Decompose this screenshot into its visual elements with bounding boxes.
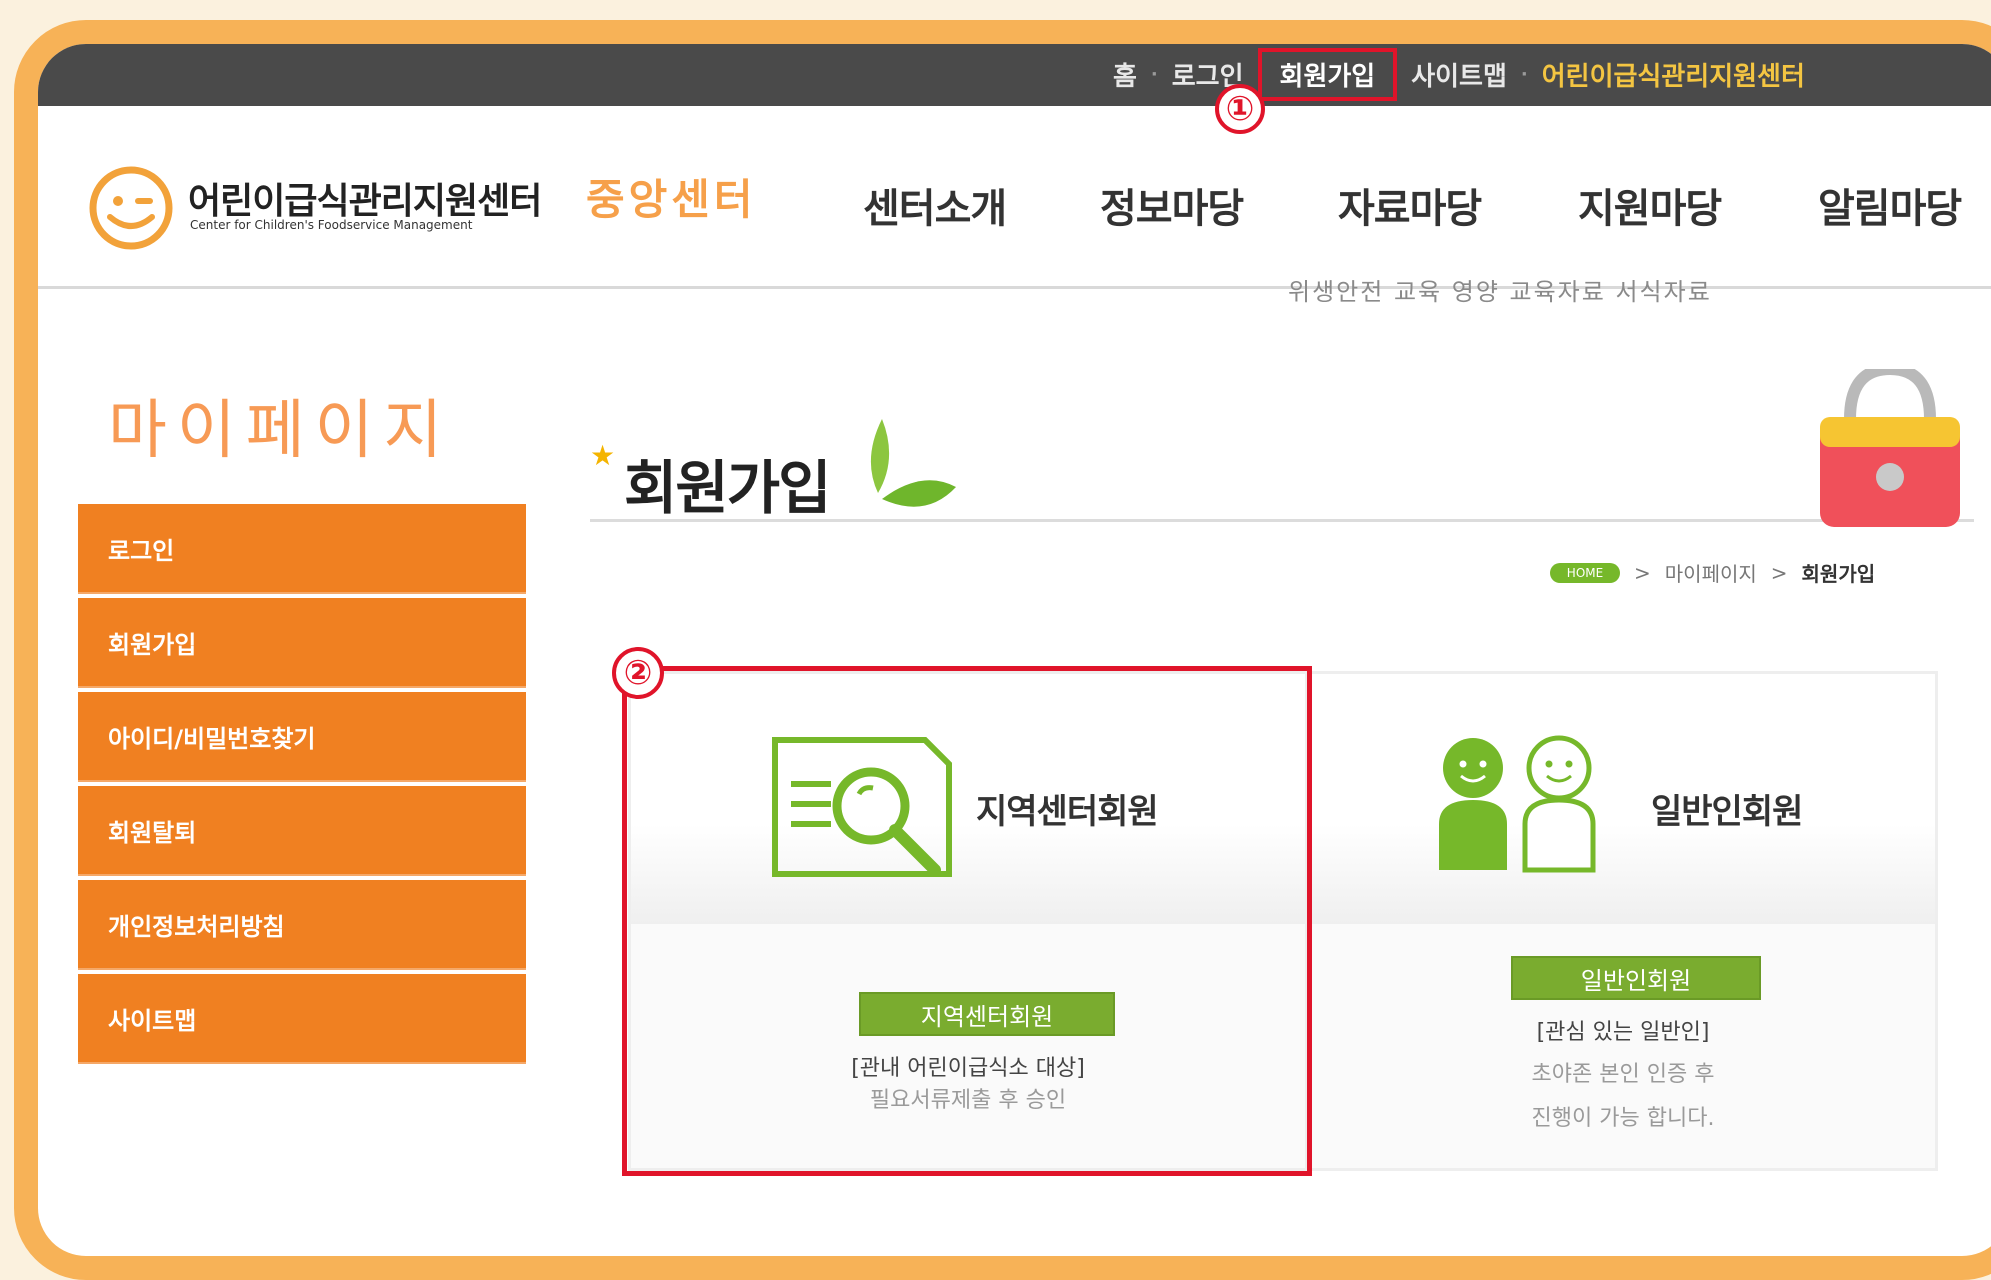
nav-submenu[interactable]: 위생안전 교육 영양 교육자료 서식자료 xyxy=(1288,272,1712,307)
leaf-icon xyxy=(870,419,956,507)
mascot-illustration-icon xyxy=(1820,369,1960,527)
general-member-label: 일반인회원 xyxy=(1651,792,1803,832)
utility-nav: 홈 · 로그인 회원가입 사이트맵 · 어린이급식관리지원센터 xyxy=(1113,47,1805,101)
sidebar-item-login[interactable]: 로그인 xyxy=(78,504,526,594)
card-upper xyxy=(631,674,1305,924)
breadcrumb-separator: > xyxy=(1634,560,1651,585)
sidebar-menu: 로그인 회원가입 아이디/비밀번호찾기 회원탈퇴 개인정보처리방침 사이트맵 xyxy=(78,504,526,1068)
two-users-icon xyxy=(1439,735,1596,873)
page-header: ★ 회원가입 xyxy=(590,369,1974,527)
local-member-desc-line1: [관내 어린이급식소 대상] xyxy=(851,1056,1085,1081)
local-center-member-button[interactable]: 지역센터회원 xyxy=(859,992,1115,1036)
util-separator: · xyxy=(1520,63,1528,85)
util-join-link[interactable]: 회원가입 xyxy=(1257,47,1398,101)
local-center-member-card[interactable]: 지역센터회원 지역센터회원 [관내 어린이급식소 대상] 필요서류제출 후 승인 xyxy=(628,671,1308,1171)
general-member-button[interactable]: 일반인회원 xyxy=(1511,956,1761,1000)
page-title: 회원가입 xyxy=(624,454,831,522)
nav-info[interactable]: 정보마당 xyxy=(1100,176,1244,234)
annotation-marker-1: ① xyxy=(1215,84,1265,134)
sidebar-item-find-account[interactable]: 아이디/비밀번호찾기 xyxy=(78,692,526,782)
general-member-card[interactable]: 일반인회원 일반인회원 [관심 있는 일반인] 초야존 본인 인증 후 진행이 … xyxy=(1308,671,1938,1171)
general-member-desc-line2: 초야존 본인 인증 후 xyxy=(1531,1062,1715,1087)
breadcrumb-current: 회원가입 xyxy=(1801,562,1876,586)
nav-resources[interactable]: 자료마당 xyxy=(1338,176,1482,234)
logo-name[interactable]: 어린이급식관리지원센터 xyxy=(188,172,542,224)
logo-subtitle: Center for Children's Foodservice Manage… xyxy=(190,218,473,232)
logo-tag: 중앙센터 xyxy=(586,175,757,224)
annotation-marker-2: ② xyxy=(612,647,664,699)
smiley-logo-icon[interactable] xyxy=(86,163,176,253)
sidebar-item-join[interactable]: 회원가입 xyxy=(78,598,526,688)
nav-center-intro[interactable]: 센터소개 xyxy=(863,176,1007,234)
document-search-icon xyxy=(772,737,952,877)
breadcrumb-level1[interactable]: 마이페이지 xyxy=(1665,558,1757,587)
local-member-desc-line2: 필요서류제출 후 승인 xyxy=(869,1088,1067,1113)
general-member-desc-line3: 진행이 가능 합니다. xyxy=(1531,1106,1715,1131)
card-lower xyxy=(631,924,1305,1168)
sidebar-item-sitemap[interactable]: 사이트맵 xyxy=(78,974,526,1064)
general-member-desc-line1: [관심 있는 일반인] xyxy=(1536,1020,1710,1045)
page-frame: 홈 · 로그인 회원가입 사이트맵 · 어린이급식관리지원센터 어린이급식관리지… xyxy=(14,20,1991,1280)
breadcrumb-separator: > xyxy=(1770,560,1788,585)
sidebar-item-privacy[interactable]: 개인정보처리방침 xyxy=(78,880,526,970)
util-separator: · xyxy=(1150,63,1158,85)
util-sitemap-link[interactable]: 사이트맵 xyxy=(1411,56,1507,93)
sidebar-title: 마이페이지 xyxy=(108,394,453,468)
card-upper xyxy=(1311,674,1935,924)
utility-bar: 홈 · 로그인 회원가입 사이트맵 · 어린이급식관리지원센터 xyxy=(38,44,1991,106)
star-icon: ★ xyxy=(590,439,616,472)
sidebar-item-withdraw[interactable]: 회원탈퇴 xyxy=(78,786,526,876)
nav-support[interactable]: 지원마당 xyxy=(1578,176,1722,234)
util-center-link[interactable]: 어린이급식관리지원센터 xyxy=(1542,56,1805,93)
local-center-member-label: 지역센터회원 xyxy=(976,792,1159,832)
breadcrumb: HOME > 마이페이지 > 회원가입 xyxy=(1550,558,1875,587)
nav-notice[interactable]: 알림마당 xyxy=(1818,176,1962,234)
site-header: 어린이급식관리지원센터 Center for Children's Foodse… xyxy=(38,106,1991,306)
util-home-link[interactable]: 홈 xyxy=(1113,56,1137,93)
breadcrumb-home[interactable]: HOME xyxy=(1550,562,1620,583)
